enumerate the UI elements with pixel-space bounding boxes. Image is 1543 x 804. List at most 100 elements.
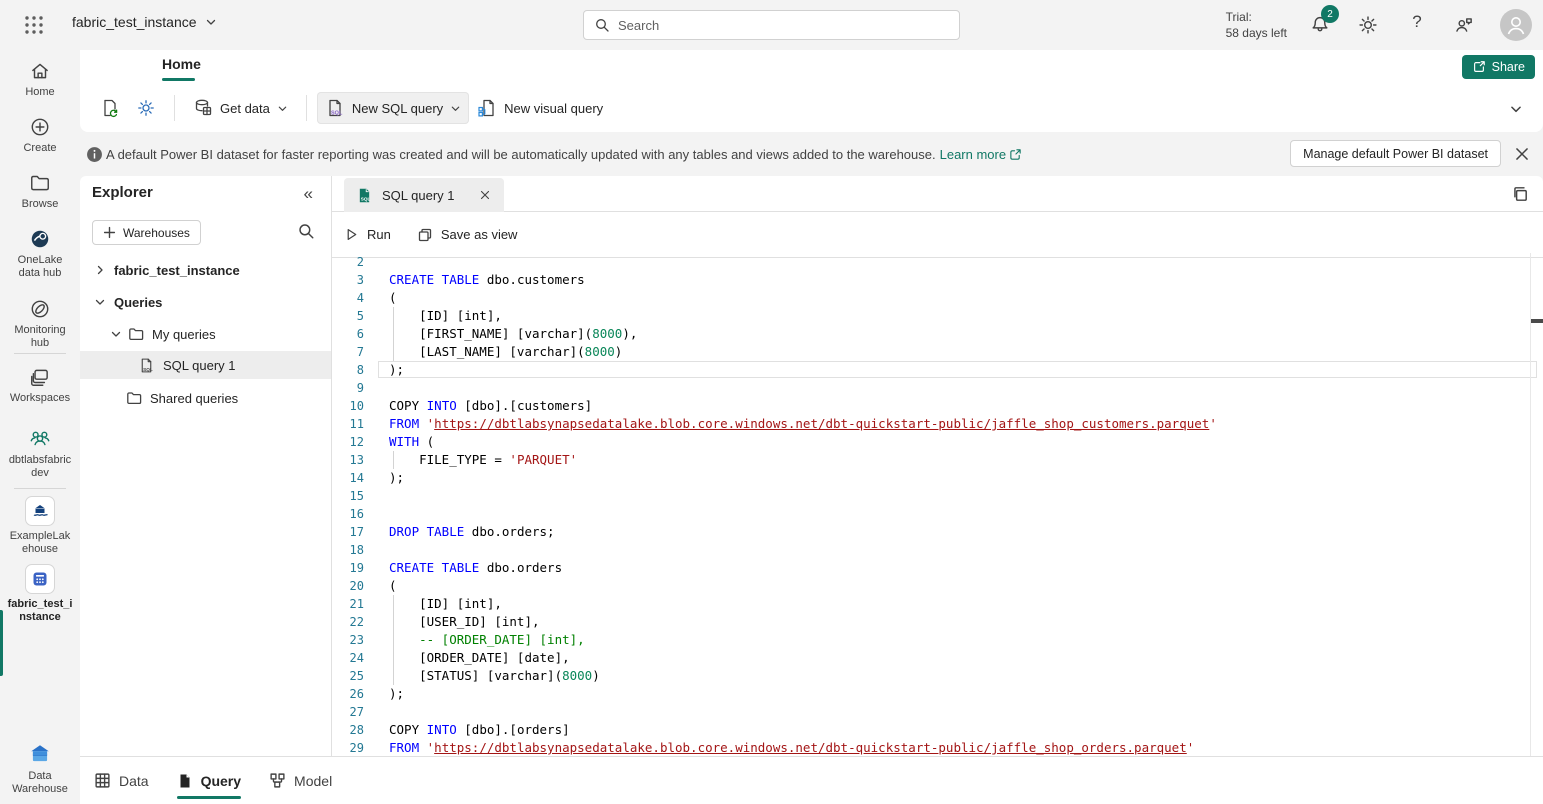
warehouse-settings-button[interactable] [128,92,164,124]
help-button[interactable]: ? [1406,12,1428,34]
nav-item-dbtlabsfabricdev[interactable]: dbtlabsfabricdev [0,426,80,480]
help-icon: ? [1412,12,1421,31]
code-line-11[interactable]: 11FROM 'https://dbtlabsynapsedatalake.bl… [332,415,1543,433]
copy-button[interactable] [1511,185,1529,203]
code-text: [USER_ID] [int], [389,613,540,631]
code-line-21[interactable]: 21 [ID] [int], [332,595,1543,613]
code-line-16[interactable]: 16 [332,505,1543,523]
copy-icon [1511,185,1529,203]
code-line-24[interactable]: 24 [ORDER_DATE] [date], [332,649,1543,667]
feedback-button[interactable] [1453,14,1475,36]
nav-item-data-warehouse[interactable]: Data Warehouse [0,742,80,796]
line-number: 15 [332,487,364,505]
code-line-12[interactable]: 12WITH ( [332,433,1543,451]
tree-item-sql-query-1[interactable]: SQL SQL query 1 [80,351,331,379]
global-search[interactable] [583,10,960,40]
main-panel: Explorer « Warehouses fabric_test_instan… [80,176,1543,756]
data-grid-icon [94,772,111,789]
scrollbar-cursor-marker [1531,319,1543,323]
app-launcher-icon[interactable] [22,13,46,37]
nav-item-examplelakehouse[interactable]: ExampleLakehouse [0,496,80,556]
nav-item-workspaces[interactable]: Workspaces [0,366,80,405]
code-line-7[interactable]: 7 [LAST_NAME] [varchar](8000) [332,343,1543,361]
nav-item-monitoring-hub[interactable]: Monitoring hub [0,298,80,350]
editor-scrollbar[interactable] [1530,253,1531,756]
code-line-15[interactable]: 15 [332,487,1543,505]
code-line-28[interactable]: 28COPY INTO [dbo].[orders] [332,721,1543,739]
feedback-icon [1453,14,1475,36]
tab-model[interactable]: Model [269,757,332,804]
sql-code-editor[interactable]: 23CREATE TABLE dbo.customers4(5 [ID] [in… [332,253,1543,756]
code-line-9[interactable]: 9 [332,379,1543,397]
nav-item-create[interactable]: Create [0,116,80,155]
run-button[interactable]: Run [344,227,391,242]
code-line-6[interactable]: 6 [FIRST_NAME] [varchar](8000), [332,325,1543,343]
code-text: [FIRST_NAME] [varchar](8000), [389,325,637,343]
code-line-18[interactable]: 18 [332,541,1543,559]
chevron-down-icon [110,328,122,340]
code-line-23[interactable]: 23 -- [ORDER_DATE] [int], [332,631,1543,649]
code-line-14[interactable]: 14); [332,469,1543,487]
nav-item-home[interactable]: Home [0,60,80,99]
workspace-switcher[interactable]: fabric_test_instance [72,14,217,30]
nav-item-fabric-test-instance[interactable]: fabric_test_instance [0,564,80,624]
new-sql-query-button[interactable]: SQL New SQL query [317,92,469,124]
learn-more-link[interactable]: Learn more [940,147,1022,162]
code-line-22[interactable]: 22 [USER_ID] [int], [332,613,1543,631]
line-number: 28 [332,721,364,739]
tab-data[interactable]: Data [94,757,149,804]
banner-message: A default Power BI dataset for faster re… [106,147,936,162]
code-line-3[interactable]: 3CREATE TABLE dbo.customers [332,271,1543,289]
tree-item-my-queries[interactable]: My queries [80,320,331,348]
code-line-26[interactable]: 26); [332,685,1543,703]
nav-item-onelake-data-hub[interactable]: OneLake data hub [0,228,80,280]
banner-close-icon[interactable] [1513,145,1531,163]
collapse-explorer-icon[interactable]: « [304,184,313,204]
query-tab[interactable]: SQL SQL query 1 [344,178,504,212]
explorer-search-icon[interactable] [297,222,315,240]
manage-dataset-button[interactable]: Manage default Power BI dataset [1290,140,1501,167]
refresh-dataset-button[interactable] [92,92,128,124]
add-warehouses-button[interactable]: Warehouses [92,220,201,245]
tab-query[interactable]: Query [177,757,241,804]
lakehouse-icon [25,496,55,526]
editor-area: SQL SQL query 1 Run Save as view 23C [332,176,1543,756]
tree-item-queries[interactable]: Queries [80,288,331,316]
code-line-29[interactable]: 29FROM 'https://dbtlabsynapsedatalake.bl… [332,739,1543,756]
close-tab-icon[interactable] [478,188,492,202]
code-line-8[interactable]: 8); [332,361,1543,379]
collapse-ribbon-chevron[interactable] [1509,102,1523,116]
code-line-27[interactable]: 27 [332,703,1543,721]
line-number: 9 [332,379,364,397]
settings-button[interactable] [1357,14,1379,36]
code-line-4[interactable]: 4( [332,289,1543,307]
run-icon [344,227,359,242]
selected-nav-indicator [0,610,3,676]
code-line-20[interactable]: 20( [332,577,1543,595]
code-line-10[interactable]: 10COPY INTO [dbo].[customers] [332,397,1543,415]
line-number: 4 [332,289,364,307]
code-line-25[interactable]: 25 [STATUS] [varchar](8000) [332,667,1543,685]
code-line-13[interactable]: 13 FILE_TYPE = 'PARQUET' [332,451,1543,469]
tab-home[interactable]: Home [162,56,201,72]
share-button[interactable]: Share [1462,55,1535,79]
sql-file-icon: SQL [138,357,155,374]
nav-item-browse[interactable]: Browse [0,172,80,211]
chevron-down-icon [94,296,106,308]
code-line-17[interactable]: 17DROP TABLE dbo.orders; [332,523,1543,541]
line-number: 13 [332,451,364,469]
new-visual-query-button[interactable]: New visual query [469,92,611,124]
get-data-button[interactable]: Get data [185,92,296,124]
account-avatar[interactable] [1500,9,1532,41]
code-line-19[interactable]: 19CREATE TABLE dbo.orders [332,559,1543,577]
tree-item-warehouse[interactable]: fabric_test_instance [80,256,331,284]
onelake-icon [29,228,51,250]
workspace-name: fabric_test_instance [72,14,197,30]
save-as-view-button[interactable]: Save as view [417,227,518,243]
code-text: COPY INTO [dbo].[customers] [389,397,592,415]
search-input[interactable] [618,18,949,33]
code-line-2[interactable]: 2 [332,253,1543,271]
line-number: 25 [332,667,364,685]
code-line-5[interactable]: 5 [ID] [int], [332,307,1543,325]
tree-item-shared-queries[interactable]: Shared queries [80,384,331,412]
